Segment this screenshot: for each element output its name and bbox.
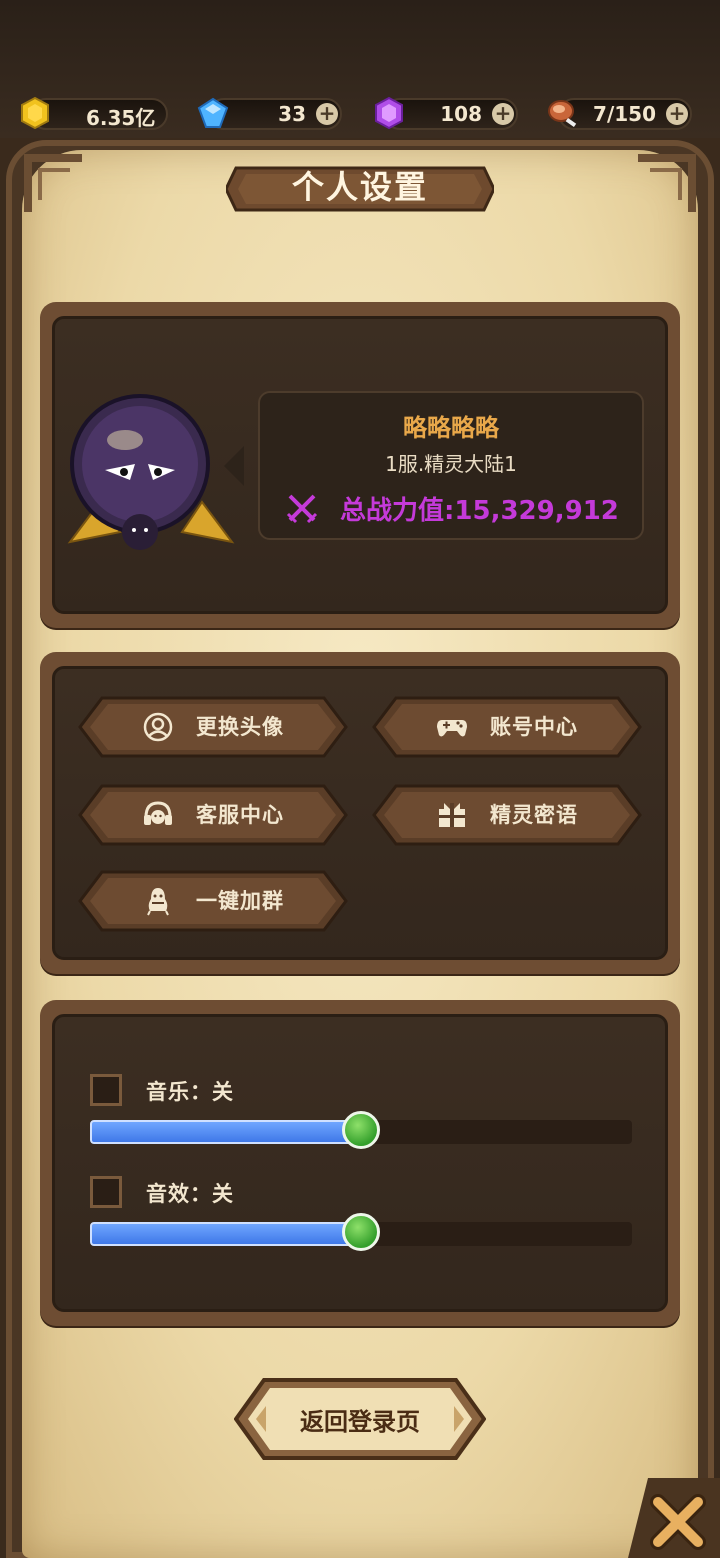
total-power: 总战力值:15,329,912 bbox=[340, 496, 619, 526]
elf-whisper-label: 精灵密语 bbox=[490, 803, 578, 827]
sfx-checkbox[interactable] bbox=[90, 1176, 122, 1208]
sfx-volume-fill bbox=[90, 1222, 361, 1246]
gem-counter: 33 + bbox=[197, 97, 342, 130]
crystal-counter: 108 + bbox=[375, 96, 518, 130]
customer-service-button[interactable]: 客服中心 bbox=[78, 784, 348, 846]
stamina-value: 7/150 bbox=[593, 102, 656, 126]
stamina-counter: 7/150 + bbox=[548, 98, 692, 130]
group-icon bbox=[147, 888, 169, 916]
sfx-volume-knob[interactable] bbox=[342, 1213, 380, 1251]
close-icon[interactable] bbox=[628, 1478, 720, 1558]
stamina-add-button[interactable]: + bbox=[666, 103, 688, 125]
change-avatar-button[interactable]: 更换头像 bbox=[78, 696, 348, 758]
blue-diamond-icon bbox=[197, 97, 229, 128]
return-to-login-label: 返回登录页 bbox=[300, 1408, 420, 1436]
elf-whisper-button[interactable]: 精灵密语 bbox=[372, 784, 642, 846]
crystal-add-button[interactable]: + bbox=[492, 103, 514, 125]
speech-pointer bbox=[224, 446, 244, 486]
gift-code-icon bbox=[439, 803, 465, 827]
server-name: 1服.精灵大陆1 bbox=[385, 452, 517, 476]
sound-settings-panel-inner bbox=[52, 1014, 668, 1312]
gold-counter: 6.35亿 bbox=[21, 96, 168, 130]
gem-add-button[interactable]: + bbox=[316, 103, 338, 125]
gold-value: 6.35亿 bbox=[86, 106, 156, 130]
music-volume-fill bbox=[90, 1120, 361, 1144]
gem-value: 33 bbox=[278, 102, 306, 126]
music-label: 音乐：关 bbox=[146, 1080, 234, 1104]
change-avatar-label: 更换头像 bbox=[196, 715, 284, 739]
gamepad-icon bbox=[437, 720, 467, 737]
page-title: 个人设置 bbox=[291, 168, 428, 206]
music-checkbox[interactable] bbox=[90, 1074, 122, 1106]
sfx-volume-slider[interactable] bbox=[90, 1213, 632, 1251]
customer-service-label: 客服中心 bbox=[196, 803, 284, 827]
avatar[interactable] bbox=[60, 392, 242, 562]
music-volume-slider[interactable] bbox=[90, 1111, 632, 1149]
headset-icon bbox=[144, 801, 172, 825]
purple-crystal-icon bbox=[375, 96, 403, 130]
meat-icon bbox=[548, 100, 577, 128]
sound-settings-panel bbox=[40, 1000, 680, 1326]
join-group-button[interactable]: 一键加群 bbox=[78, 870, 348, 932]
return-to-login-button[interactable]: 返回登录页 bbox=[234, 1376, 486, 1462]
account-center-label: 账号中心 bbox=[490, 715, 578, 739]
crystal-value: 108 bbox=[440, 102, 482, 126]
sfx-label: 音效：关 bbox=[146, 1182, 234, 1206]
music-volume-knob[interactable] bbox=[342, 1111, 380, 1149]
account-center-button[interactable]: 账号中心 bbox=[372, 696, 642, 758]
avatar-icon bbox=[143, 712, 173, 742]
player-name: 略略略略 bbox=[403, 414, 499, 442]
join-group-label: 一键加群 bbox=[196, 889, 284, 913]
crossed-swords-icon bbox=[286, 494, 318, 524]
gold-coin-icon bbox=[21, 96, 49, 130]
